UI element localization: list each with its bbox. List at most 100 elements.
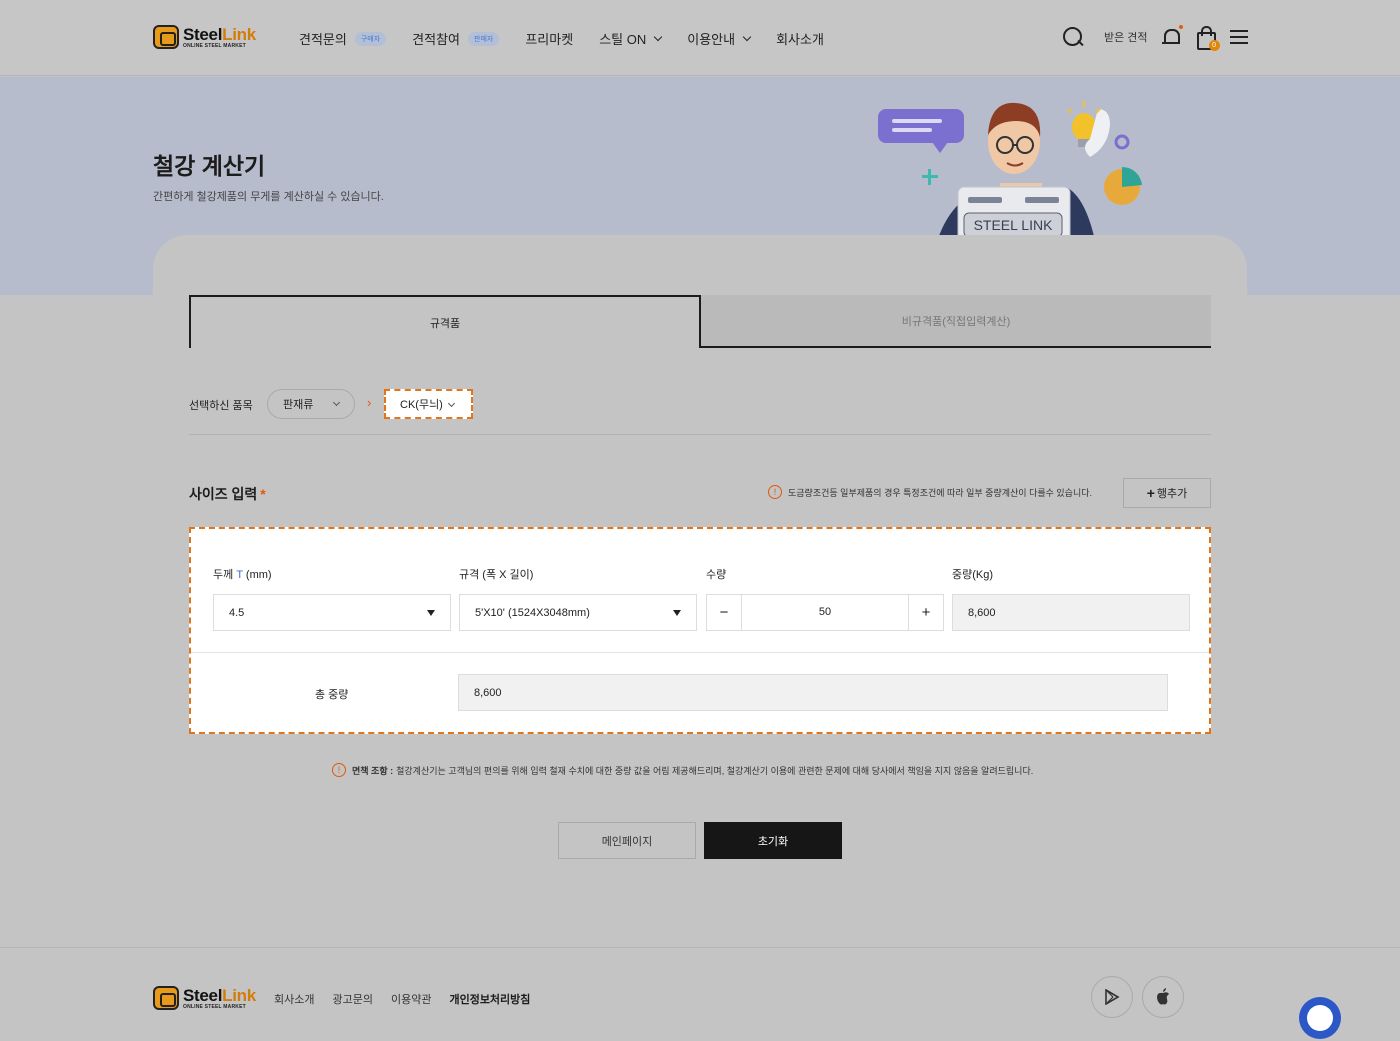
logo-subtitle: ONLINE STEEL MARKET <box>183 1003 246 1010</box>
logo-name-a: Steel <box>183 24 223 44</box>
logo-mark-icon <box>153 25 179 49</box>
selected-items-row: 선택하신 품목 판재류 › CK(무늬) <box>189 389 1211 435</box>
selected-items-label: 선택하신 품목 <box>189 400 253 412</box>
footer-logo[interactable]: SteelLink ONLINE STEEL MARKET <box>153 986 256 1010</box>
logo-name-a: Steel <box>183 985 223 1005</box>
speech-bubble-icon <box>878 109 964 143</box>
lightbulb-icon <box>1067 101 1110 157</box>
calc-divider <box>191 652 1209 653</box>
nav-item-steel-on[interactable]: 스틸 ON <box>599 29 663 48</box>
ring-icon <box>1114 134 1130 150</box>
weight-label: 중량(Kg) <box>952 569 994 581</box>
category-dropdown[interactable]: 판재류 <box>267 389 355 419</box>
site-footer: SteelLink ONLINE STEEL MARKET 회사소개 광고문의 … <box>0 947 1400 1041</box>
nav-item-quote-request[interactable]: 견적문의 구매자 <box>299 29 387 48</box>
nav-item-label: 견적문의 <box>299 32 347 47</box>
size-input-title: 사이즈 입력 * <box>189 484 266 504</box>
breadcrumb-arrow-icon: › <box>367 395 372 410</box>
plus-icon: + <box>1146 485 1155 501</box>
main-page-button[interactable]: 메인페이지 <box>558 822 696 859</box>
size-input-title-text: 사이즈 입력 <box>189 486 258 502</box>
google-play-button[interactable] <box>1091 976 1133 1018</box>
spec-select[interactable]: 5'X10' (1524X3048mm) <box>459 594 697 631</box>
footer-link-ads[interactable]: 광고문의 <box>332 991 372 1007</box>
nav-item-label: 프리마켓 <box>525 32 574 47</box>
caret-down-icon <box>673 610 681 616</box>
footer-link-terms[interactable]: 이용약관 <box>391 991 431 1007</box>
main-nav: 견적문의 구매자 견적참여 판매자 프리마켓 스틸 ON 이용안내 회사소개 <box>299 29 850 48</box>
footer-link-company[interactable]: 회사소개 <box>274 991 314 1007</box>
tab-nonstandard[interactable]: 비규격품(직접입력계산) <box>701 295 1211 348</box>
logo-subtitle: ONLINE STEEL MARKET <box>183 42 246 49</box>
quantity-input[interactable]: 50 <box>742 595 908 630</box>
weight-note: ! 도금량조건등 일부제품의 경우 특정조건에 따라 일부 중량계산이 다를수 … <box>768 485 1092 499</box>
nav-item-guide[interactable]: 이용안내 <box>687 29 752 48</box>
calculation-box: 두께 T (mm) 4.5 규격 (폭 X 길이) 5'X10' (1524X3… <box>189 527 1211 734</box>
buyer-badge: 구매자 <box>354 31 387 46</box>
chevron-down-icon <box>332 398 341 407</box>
disclaimer-text: 철강계산기는 고객님의 편의를 위해 입력 철재 수치에 대한 중량 값을 어림… <box>396 765 1034 776</box>
spec-label: 규격 (폭 X 길이) <box>459 569 534 581</box>
nav-item-company[interactable]: 회사소개 <box>776 29 824 48</box>
logo-mark-icon <box>153 986 179 1010</box>
page-title: 철강 계산기 <box>153 153 266 179</box>
logo-name-b: Link <box>222 24 256 44</box>
nav-item-label: 회사소개 <box>776 32 824 47</box>
quantity-increase-button[interactable]: + <box>908 595 943 630</box>
logo[interactable]: SteelLink ONLINE STEEL MARKET <box>153 25 256 49</box>
notification-dot <box>1178 25 1183 29</box>
caret-down-icon <box>427 610 435 616</box>
chevron-down-icon <box>742 32 752 41</box>
quantity-decrease-button[interactable]: − <box>707 595 742 630</box>
reset-button[interactable]: 초기화 <box>704 822 842 859</box>
category-dropdown-label: 판재류 <box>283 399 314 411</box>
item-dropdown-label: CK(무늬) <box>400 399 443 411</box>
item-dropdown[interactable]: CK(무늬) <box>384 389 473 419</box>
quantity-stepper: − 50 + <box>706 594 944 631</box>
footer-link-privacy[interactable]: 개인정보처리방침 <box>449 991 530 1007</box>
calculator-tabs: 규격품 비규격품(직접입력계산) <box>189 295 1211 348</box>
add-row-label: 행추가 <box>1156 488 1188 500</box>
chevron-down-icon <box>447 399 456 408</box>
app-store-button[interactable] <box>1142 976 1184 1018</box>
pie-chart-icon <box>1104 166 1142 205</box>
quantity-label: 수량 <box>706 569 727 581</box>
thickness-unit: (mm) <box>245 569 272 581</box>
steel-link-board-text: STEEL LINK <box>974 217 1054 233</box>
hamburger-menu-icon[interactable] <box>1229 30 1248 44</box>
thickness-label: 두께 T (mm) <box>213 566 272 582</box>
search-icon[interactable] <box>1062 26 1084 48</box>
weight-field: 8,600 <box>952 594 1190 631</box>
nav-item-label: 견적참여 <box>412 32 461 47</box>
spec-value: 5'X10' (1524X3048mm) <box>475 606 590 619</box>
google-play-icon <box>1105 989 1120 1005</box>
nav-item-quote-join[interactable]: 견적참여 판매자 <box>412 29 500 48</box>
logo-name-b: Link <box>222 985 256 1005</box>
cart-icon[interactable]: 0 <box>1196 26 1220 51</box>
site-header: SteelLink ONLINE STEEL MARKET 견적문의 구매자 견… <box>0 0 1400 76</box>
required-mark: * <box>260 486 266 502</box>
chevron-down-icon <box>653 32 663 41</box>
thickness-select[interactable]: 4.5 <box>213 594 451 631</box>
disclaimer: ! 면책 조항 : 철강계산기는 고객님의 편의를 위해 입력 철재 수치에 대… <box>332 763 1033 777</box>
tab-standard[interactable]: 규격품 <box>189 295 701 348</box>
apple-icon <box>1157 988 1169 1005</box>
warning-icon: ! <box>768 485 782 499</box>
nav-item-free-market[interactable]: 프리마켓 <box>525 29 573 48</box>
cart-count-badge: 0 <box>1208 40 1220 51</box>
nav-item-label: 스틸 ON <box>599 32 647 47</box>
thickness-label-text: 두께 <box>213 569 234 581</box>
plus-sparkle-icon <box>922 169 938 185</box>
header-actions: 받은 견적 0 <box>1062 25 1248 51</box>
weight-note-text: 도금량조건등 일부제품의 경우 특정조건에 따라 일부 중량계산이 다를수 있습… <box>788 487 1093 498</box>
page-subtitle: 간편하게 철강제품의 무게를 계산하실 수 있습니다. <box>153 191 384 203</box>
add-row-button[interactable]: + 행추가 <box>1123 478 1211 508</box>
received-quotes-link[interactable]: 받은 견적 <box>1104 29 1148 45</box>
thickness-symbol: T <box>236 569 243 581</box>
total-weight-label: 총 중량 <box>315 689 349 701</box>
chat-bot-icon[interactable] <box>1299 997 1341 1039</box>
hero-illustration: STEEL LINK <box>878 101 1142 246</box>
bell-icon[interactable] <box>1161 25 1183 47</box>
nav-item-label: 이용안내 <box>687 32 736 47</box>
disclaimer-title: 면책 조항 : <box>352 765 394 776</box>
